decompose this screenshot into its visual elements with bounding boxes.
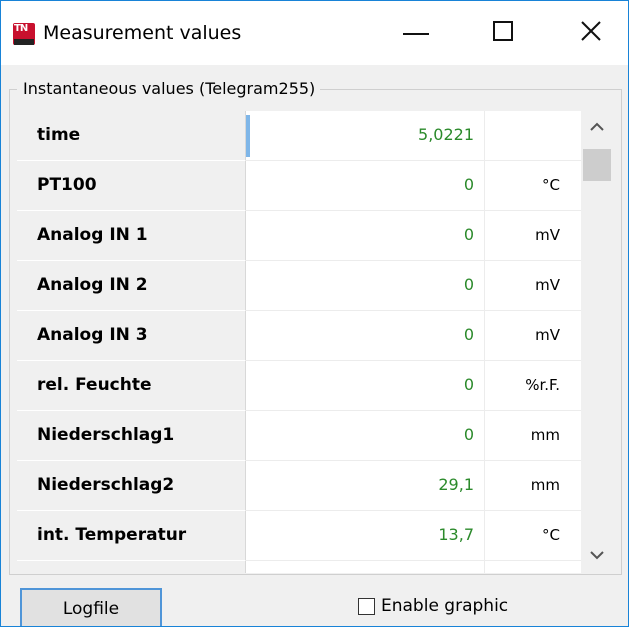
table-row[interactable]: Analog IN 2 0 mV — [17, 261, 581, 311]
row-unit: °C — [542, 176, 560, 194]
value-cell[interactable]: 29,1 — [246, 461, 485, 511]
scrollbar-thumb[interactable] — [583, 149, 611, 181]
value-cell[interactable]: 0 — [246, 161, 485, 211]
row-unit: mV — [535, 276, 560, 294]
logfile-button[interactable]: Logfile — [20, 588, 162, 626]
unit-cell[interactable]: °C — [485, 161, 581, 211]
minimize-button[interactable] — [387, 1, 457, 65]
row-header[interactable]: PT100 — [17, 161, 246, 211]
value-cell[interactable]: 0 — [246, 311, 485, 361]
table-row[interactable]: Niederschlag1 0 mm — [17, 411, 581, 461]
selection-indicator — [246, 115, 250, 157]
row-name: Analog IN 3 — [37, 325, 148, 345]
row-header[interactable]: int. Temperatur — [17, 511, 246, 561]
row-name: Analog IN 2 — [37, 275, 148, 295]
row-header[interactable]: Analog IN 3 — [17, 311, 246, 361]
row-name: Analog IN 1 — [37, 225, 148, 245]
row-unit: %r.F. — [525, 376, 560, 394]
unit-cell[interactable]: mV — [485, 261, 581, 311]
row-unit: mm — [530, 476, 560, 494]
scroll-up-button[interactable] — [581, 111, 613, 145]
enable-graphic-checkbox[interactable] — [358, 598, 375, 615]
value-cell[interactable]: 0 — [246, 261, 485, 311]
row-value: 0 — [463, 175, 474, 194]
table-row[interactable]: Niederschlag2 29,1 mm — [17, 461, 581, 511]
row-value: 0 — [463, 375, 474, 394]
app-logo-icon: TN — [13, 23, 35, 45]
row-header[interactable]: Niederschlag2 — [17, 461, 246, 511]
row-unit: mV — [535, 226, 560, 244]
row-unit: mV — [535, 326, 560, 344]
vertical-scrollbar[interactable] — [581, 111, 613, 573]
row-header[interactable]: rel. Feuchte — [17, 361, 246, 411]
row-header[interactable]: Analog IN 2 — [17, 261, 246, 311]
row-value: 0 — [463, 225, 474, 244]
close-icon — [581, 21, 601, 41]
unit-cell[interactable]: mV — [485, 211, 581, 261]
row-unit: mm — [530, 426, 560, 444]
unit-cell[interactable]: °C — [485, 511, 581, 561]
value-cell[interactable]: 0 — [246, 361, 485, 411]
table-row[interactable]: PT100 0 °C — [17, 161, 581, 211]
row-header[interactable]: time — [17, 111, 246, 161]
row-name: time — [37, 125, 81, 145]
unit-cell[interactable] — [485, 561, 581, 573]
row-header[interactable]: Niederschlag1 — [17, 411, 246, 461]
group-label: Instantaneous values (Telegram255) — [17, 79, 321, 99]
row-name: PT100 — [37, 175, 97, 195]
table-row[interactable]: Analog IN 3 0 mV — [17, 311, 581, 361]
table-row[interactable]: Analog IN 1 0 mV — [17, 211, 581, 261]
table-row[interactable]: time 5,0221 — [17, 111, 581, 161]
values-grid[interactable]: time 5,0221 PT100 0 °C Analog IN 1 0 mV Analog I… — [17, 111, 581, 573]
unit-cell[interactable] — [485, 111, 581, 161]
table-row[interactable]: rel. Feuchte 0 %r.F. — [17, 361, 581, 411]
row-unit: °C — [542, 526, 560, 544]
chevron-up-icon — [590, 122, 604, 131]
row-name: Niederschlag1 — [37, 425, 175, 445]
close-button[interactable] — [557, 1, 627, 65]
value-cell[interactable] — [246, 561, 485, 573]
unit-cell[interactable]: mm — [485, 461, 581, 511]
measurement-values-window: TN Measurement values Instantaneous valu… — [0, 0, 629, 627]
window-title: Measurement values — [43, 22, 242, 44]
value-cell[interactable]: 5,0221 — [246, 111, 485, 161]
row-header[interactable] — [17, 561, 246, 573]
row-value: 29,1 — [438, 475, 474, 494]
row-name: rel. Feuchte — [37, 375, 152, 395]
row-header[interactable]: Analog IN 1 — [17, 211, 246, 261]
maximize-icon — [493, 21, 513, 41]
minimize-icon — [403, 33, 429, 35]
row-value: 0 — [463, 425, 474, 444]
table-row[interactable]: int. Temperatur 13,7 °C — [17, 511, 581, 561]
row-value: 13,7 — [438, 525, 474, 544]
row-name: int. Temperatur — [37, 525, 187, 545]
table-row[interactable] — [17, 561, 581, 573]
title-bar[interactable]: TN Measurement values — [1, 1, 628, 65]
maximize-button[interactable] — [469, 1, 539, 65]
row-value: 5,0221 — [418, 125, 474, 144]
value-cell[interactable]: 0 — [246, 211, 485, 261]
value-cell[interactable]: 13,7 — [246, 511, 485, 561]
value-cell[interactable]: 0 — [246, 411, 485, 461]
row-value: 0 — [463, 325, 474, 344]
row-value: 0 — [463, 275, 474, 294]
chevron-down-icon — [590, 551, 604, 560]
scroll-down-button[interactable] — [581, 539, 613, 573]
unit-cell[interactable]: mm — [485, 411, 581, 461]
row-name: Niederschlag2 — [37, 475, 175, 495]
enable-graphic-label[interactable]: Enable graphic — [381, 595, 508, 617]
unit-cell[interactable]: mV — [485, 311, 581, 361]
unit-cell[interactable]: %r.F. — [485, 361, 581, 411]
